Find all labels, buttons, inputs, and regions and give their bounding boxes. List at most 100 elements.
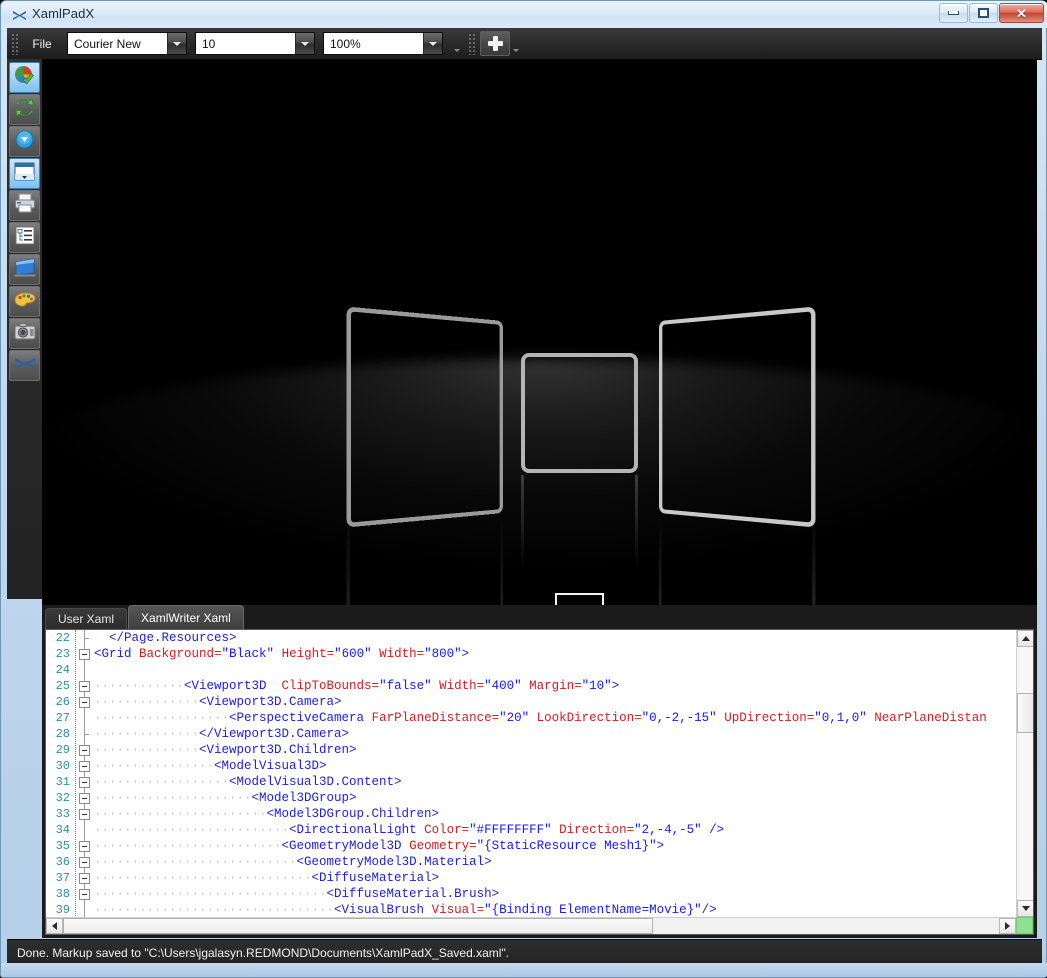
scroll-left-button[interactable] (46, 918, 63, 934)
rail-button-color-palette[interactable] (9, 286, 40, 317)
render-viewport[interactable] (42, 59, 1037, 605)
left-panel (346, 306, 503, 528)
rail-button-3d-panel[interactable] (9, 254, 40, 285)
fold-collapse-icon[interactable] (79, 745, 90, 756)
fold-collapse-icon[interactable] (79, 857, 90, 868)
fold-collapse-icon[interactable] (79, 761, 90, 772)
code-line[interactable]: <Grid Background="Black" Height="600" Wi… (94, 646, 1033, 662)
line-number: 30 (55, 759, 70, 773)
fold-marker (78, 630, 92, 646)
fold-rail (84, 902, 85, 918)
code-line[interactable]: ···························<GeometryMode… (94, 854, 1033, 870)
scroll-down-button[interactable] (1017, 900, 1033, 917)
code-line[interactable]: ··············<Viewport3D.Children> (94, 742, 1033, 758)
toolbar-overflow-left[interactable] (451, 32, 462, 55)
rail-button-print[interactable] (9, 190, 40, 221)
font-size-combo[interactable]: 10 (195, 32, 315, 55)
line-number: 32 (55, 791, 70, 805)
code-line[interactable]: ··························<DirectionalLi… (94, 822, 1033, 838)
line-number: 37 (55, 871, 70, 885)
fold-marker[interactable] (78, 886, 92, 902)
fold-collapse-icon[interactable] (79, 649, 90, 660)
code-line[interactable] (94, 662, 1033, 678)
fold-marker[interactable] (78, 774, 92, 790)
maximize-button[interactable] (969, 3, 998, 23)
code-line[interactable]: ·····················<Model3DGroup> (94, 790, 1033, 806)
fold-collapse-icon[interactable] (79, 777, 90, 788)
fold-marker[interactable] (78, 870, 92, 886)
scroll-up-button[interactable] (1017, 630, 1033, 647)
code-line[interactable]: ·······························<DiffuseM… (94, 886, 1033, 902)
editor-vertical-scrollbar[interactable] (1016, 630, 1033, 917)
tab-user-xaml[interactable]: User Xaml (45, 608, 128, 629)
code-line[interactable]: ················<ModelVisual3D> (94, 758, 1033, 774)
rail-button-window-preview[interactable] (9, 158, 40, 189)
code-text[interactable]: </Page.Resources> <Grid Background="Black… (94, 630, 1033, 934)
scroll-right-button[interactable] (999, 918, 1016, 934)
font-family-dropdown-arrow[interactable] (167, 33, 186, 54)
vertical-scroll-track[interactable] (1017, 647, 1033, 900)
fold-marker[interactable] (78, 806, 92, 822)
fold-collapse-icon[interactable] (79, 793, 90, 804)
fold-collapse-icon[interactable] (79, 873, 90, 884)
fold-marker[interactable] (78, 838, 92, 854)
fold-marker[interactable] (78, 854, 92, 870)
code-editor[interactable]: 22 23 24 25 26 27 28 29 30 31 32 33 34 35 36 37 38 39 </P… (45, 629, 1034, 935)
line-number-gutter: 22 23 24 25 26 27 28 29 30 31 32 33 34 35 36 37 38 39 (46, 630, 73, 934)
code-token: /> (701, 903, 717, 917)
code-line[interactable]: ································<VisualB… (94, 902, 1033, 918)
rail-button-download[interactable] (9, 126, 40, 157)
code-line[interactable]: ·······················<Model3DGroup.Chi… (94, 806, 1033, 822)
code-line[interactable]: ··············<Viewport3D.Camera> (94, 694, 1033, 710)
fold-collapse-icon[interactable] (79, 681, 90, 692)
zoom-dropdown-arrow[interactable] (423, 33, 442, 54)
code-line[interactable]: ············<Viewport3D ClipToBounds="fa… (94, 678, 1033, 694)
font-size-dropdown-arrow[interactable] (295, 33, 314, 54)
right-panel-reflection (659, 502, 816, 605)
fold-marker[interactable] (78, 742, 92, 758)
code-token: "600" (334, 647, 372, 661)
code-token: Visual= (431, 903, 485, 917)
close-button[interactable]: ✕ (999, 3, 1044, 23)
fold-marker[interactable] (78, 678, 92, 694)
rail-button-camera-snapshot[interactable] (9, 318, 40, 349)
toolbar-grip-handle-2[interactable] (468, 32, 477, 55)
code-line[interactable]: </Page.Resources> (94, 630, 1033, 646)
add-button[interactable] (480, 31, 510, 56)
fold-marker[interactable] (78, 694, 92, 710)
font-family-combo[interactable]: Courier New (67, 32, 187, 55)
fold-marker[interactable] (78, 790, 92, 806)
rail-button-xamlpadx-logo[interactable] (9, 350, 40, 381)
close-icon: ✕ (1016, 5, 1027, 21)
horizontal-scroll-thumb[interactable] (63, 918, 653, 934)
minimize-button[interactable] (939, 3, 968, 23)
editor-tab-strip: User Xaml XamlWriter Xaml (42, 605, 1037, 629)
toolbar-overflow-right[interactable] (510, 32, 521, 55)
tree-view-icon (15, 226, 35, 250)
fold-collapse-icon[interactable] (79, 841, 90, 852)
code-line[interactable]: ·························<GeometryModel3… (94, 838, 1033, 854)
code-fold-column[interactable] (78, 630, 92, 934)
fold-collapse-icon[interactable] (79, 697, 90, 708)
code-line[interactable]: ··················<PerspectiveCamera Far… (94, 710, 1033, 726)
file-menu-button[interactable]: File (23, 32, 61, 55)
editor-horizontal-scrollbar[interactable] (46, 917, 1016, 934)
zoom-combo[interactable]: 100% (323, 32, 443, 55)
fold-collapse-icon[interactable] (79, 889, 90, 900)
fold-marker[interactable] (78, 646, 92, 662)
rail-button-refresh-render[interactable] (9, 62, 40, 93)
code-token: "2,-4,-5" (634, 823, 702, 837)
fold-collapse-icon[interactable] (79, 809, 90, 820)
code-line[interactable]: ·····························<DiffuseMat… (94, 870, 1033, 886)
toolbar-grip-handle[interactable] (11, 32, 20, 55)
fold-marker (78, 822, 92, 838)
rail-button-tree-view[interactable] (9, 222, 40, 253)
code-line[interactable]: ··················<ModelVisual3D.Content… (94, 774, 1033, 790)
code-line[interactable]: ··············</Viewport3D.Camera> (94, 726, 1033, 742)
tab-xamlwriter-xaml[interactable]: XamlWriter Xaml (128, 605, 244, 629)
fold-marker[interactable] (78, 758, 92, 774)
rail-button-auto-refresh[interactable] (9, 94, 40, 125)
chevron-up-icon (1021, 636, 1030, 641)
vertical-scroll-thumb[interactable] (1017, 692, 1033, 733)
